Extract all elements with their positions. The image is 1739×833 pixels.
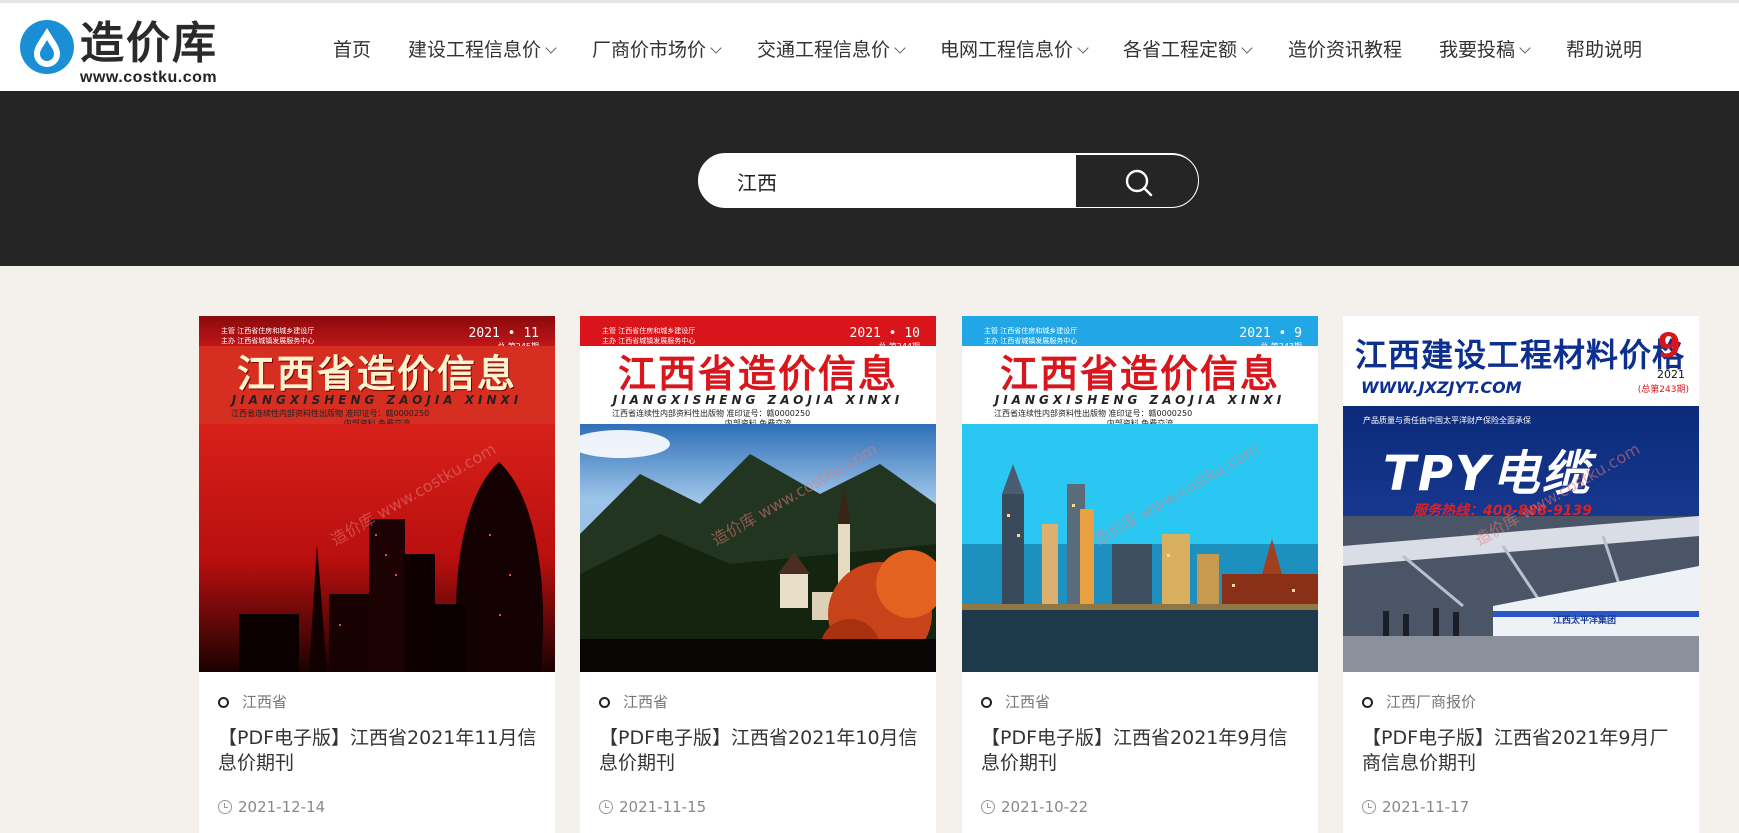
category-dot-icon bbox=[218, 697, 229, 708]
nav-item-traffic-price[interactable]: 交通工程信息价 bbox=[757, 35, 906, 65]
clock-icon bbox=[981, 800, 995, 814]
post-date: 2021-11-15 bbox=[599, 798, 706, 816]
post-category[interactable]: 江西省 bbox=[218, 691, 287, 711]
category-dot-icon bbox=[981, 697, 992, 708]
post-title[interactable]: 【PDF电子版】江西省2021年9月厂商信息价期刊 bbox=[1362, 726, 1682, 776]
category-dot-icon bbox=[1362, 697, 1373, 708]
nav-item-home[interactable]: 首页 bbox=[333, 35, 371, 65]
chevron-down-icon bbox=[894, 42, 906, 54]
post-card[interactable]: 主管 江西省住房和城乡建设厅 主办 江西省城镇发展服务中心 2021 • 10 … bbox=[580, 316, 936, 833]
nav-item-construction-price[interactable]: 建设工程信息价 bbox=[408, 35, 557, 65]
mountain-village-illustration bbox=[580, 424, 936, 672]
nav-item-province-quota[interactable]: 各省工程定额 bbox=[1123, 35, 1253, 65]
post-card[interactable]: 主管 江西省住房和城乡建设厅 主办 江西省城镇发展服务中心 2021 • 11 … bbox=[199, 316, 555, 833]
post-cover-image[interactable]: 主管 江西省住房和城乡建设厅 主办 江西省城镇发展服务中心 2021 • 11 … bbox=[199, 316, 555, 672]
clock-icon bbox=[1362, 800, 1376, 814]
site-logo[interactable]: 造价库 www.costku.com bbox=[18, 16, 248, 86]
post-title[interactable]: 【PDF电子版】江西省2021年11月信息价期刊 bbox=[218, 726, 538, 776]
post-date: 2021-12-14 bbox=[218, 798, 325, 816]
post-category[interactable]: 江西省 bbox=[599, 691, 668, 711]
search-input[interactable] bbox=[699, 154, 1075, 207]
clock-icon bbox=[218, 800, 232, 814]
brand-name: 造价库 bbox=[80, 18, 218, 69]
chevron-down-icon bbox=[1077, 42, 1089, 54]
post-cover-image[interactable]: 江西建设工程材料价格 9 2021 (总第243期) WWW.JXZJYT.CO… bbox=[1343, 316, 1699, 672]
post-card[interactable]: 主管 江西省住房和城乡建设厅 主办 江西省城镇发展服务中心 2021 • 9 总… bbox=[962, 316, 1318, 833]
chevron-down-icon bbox=[545, 42, 557, 54]
brand-url: www.costku.com bbox=[80, 69, 218, 86]
chevron-down-icon bbox=[1519, 42, 1531, 54]
post-date: 2021-10-22 bbox=[981, 798, 1088, 816]
post-card[interactable]: 江西建设工程材料价格 9 2021 (总第243期) WWW.JXZJYT.CO… bbox=[1343, 316, 1699, 833]
nav-item-tutorials[interactable]: 造价资讯教程 bbox=[1288, 35, 1402, 65]
post-cover-image[interactable]: 主管 江西省住房和城乡建设厅 主办 江西省城镇发展服务中心 2021 • 10 … bbox=[580, 316, 936, 672]
nav-item-help[interactable]: 帮助说明 bbox=[1566, 35, 1642, 65]
chevron-down-icon bbox=[1241, 42, 1253, 54]
nav-item-grid-price[interactable]: 电网工程信息价 bbox=[940, 35, 1089, 65]
search-icon bbox=[1125, 169, 1153, 197]
post-cover-image[interactable]: 主管 江西省住房和城乡建设厅 主办 江西省城镇发展服务中心 2021 • 9 总… bbox=[962, 316, 1318, 672]
search-box bbox=[698, 153, 1199, 208]
post-category[interactable]: 江西省 bbox=[981, 691, 1050, 711]
post-title[interactable]: 【PDF电子版】江西省2021年9月信息价期刊 bbox=[981, 726, 1301, 776]
city-skyline-illustration bbox=[962, 424, 1318, 672]
category-dot-icon bbox=[599, 697, 610, 708]
nav-item-vendor-price[interactable]: 厂商价市场价 bbox=[592, 35, 722, 65]
clock-icon bbox=[599, 800, 613, 814]
post-date: 2021-11-17 bbox=[1362, 798, 1469, 816]
red-city-illustration bbox=[199, 424, 555, 672]
post-title[interactable]: 【PDF电子版】江西省2021年10月信息价期刊 bbox=[599, 726, 919, 776]
train-station-illustration bbox=[1343, 516, 1699, 672]
water-drop-logo-icon bbox=[20, 20, 74, 74]
post-category[interactable]: 江西厂商报价 bbox=[1362, 691, 1476, 711]
chevron-down-icon bbox=[710, 42, 722, 54]
nav-item-submit[interactable]: 我要投稿 bbox=[1439, 35, 1531, 65]
search-button[interactable] bbox=[1075, 154, 1198, 207]
top-navbar: 造价库 www.costku.com 首页 建设工程信息价 厂商价市场价 交通工… bbox=[0, 0, 1739, 91]
